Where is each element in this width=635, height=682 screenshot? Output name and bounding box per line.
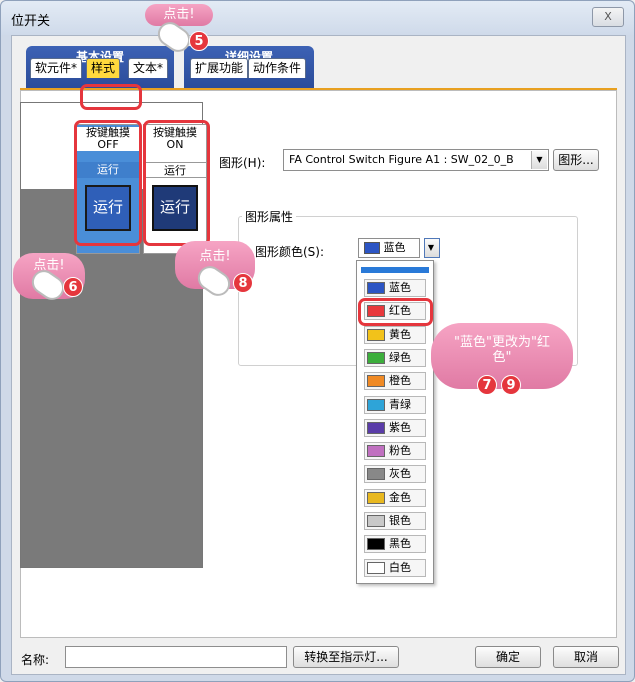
color-swatch (367, 561, 385, 574)
color-option[interactable]: 粉色 (364, 442, 426, 461)
cancel-button[interactable]: 取消 (553, 646, 619, 668)
color-swatch (367, 375, 385, 388)
color-option[interactable]: 金色 (364, 488, 426, 507)
figure-color-label: 图形颜色(S): (255, 245, 325, 259)
color-swatch (367, 445, 385, 458)
tab-text[interactable]: 文本* (128, 58, 169, 78)
color-option-label: 青绿 (389, 397, 411, 411)
color-swatch (367, 491, 385, 504)
red-option-highlight (358, 298, 433, 326)
tab-action-condition[interactable]: 动作条件 (248, 58, 307, 78)
color-option-label: 紫色 (389, 420, 411, 434)
chevron-down-icon: ▼ (425, 239, 439, 257)
color-option-label: 银色 (389, 514, 411, 527)
color-option[interactable]: 蓝色 (364, 279, 426, 297)
step-badge-7: 7 (477, 375, 497, 395)
color-option-label: 黑色 (389, 537, 411, 551)
ok-button[interactable]: 确定 (475, 646, 541, 668)
color-option-label: 灰色 (389, 467, 411, 481)
on-state-highlight (143, 120, 210, 246)
color-option-label: 黄色 (389, 327, 411, 341)
color-option[interactable]: 绿色 (364, 348, 426, 367)
name-input[interactable] (65, 646, 287, 668)
close-button[interactable]: X (592, 7, 624, 27)
color-option[interactable]: 黑色 (364, 535, 426, 554)
color-option-label: 橙色 (389, 374, 411, 388)
title-bar: 位开关 X (1, 1, 634, 35)
figure-label: 图形(H): (219, 156, 266, 170)
color-option-label: 蓝色 (389, 281, 411, 294)
chevron-down-icon: ▼ (531, 151, 547, 169)
color-option-label: 白色 (389, 560, 411, 574)
selected-color-swatch (364, 242, 380, 254)
color-option[interactable]: 紫色 (364, 418, 426, 437)
color-swatch (367, 282, 385, 294)
figure-color-select[interactable]: 蓝色 (358, 238, 420, 258)
color-option[interactable]: 灰色 (364, 465, 426, 484)
figure-select[interactable]: FA Control Switch Figure A1 : SW_02_0_B … (283, 149, 549, 171)
color-swatch (367, 515, 385, 527)
tab-style[interactable]: 样式 (86, 58, 121, 78)
color-option-label: 绿色 (389, 350, 411, 364)
color-option[interactable]: 青绿 (364, 395, 426, 414)
tab-device[interactable]: 软元件* (30, 58, 83, 78)
click-callout-5: 点击! (145, 4, 213, 26)
color-swatch (367, 328, 385, 341)
style-tab-highlight (80, 84, 142, 110)
figure-color-dropdown-button[interactable]: ▼ (424, 238, 440, 258)
figure-properties-title: 图形属性 (242, 208, 297, 225)
color-option[interactable]: 橙色 (364, 372, 426, 391)
step-badge-6: 6 (63, 277, 83, 297)
convert-to-lamp-button[interactable]: 转换至指示灯... (293, 646, 399, 668)
figure-browse-button[interactable]: 图形... (553, 149, 599, 171)
color-option-label: 粉色 (389, 444, 411, 458)
color-swatch (367, 538, 385, 551)
color-swatch (367, 351, 385, 364)
tab-extended[interactable]: 扩展功能 (190, 58, 249, 78)
step-badge-9: 9 (501, 375, 521, 395)
color-option-label: 金色 (389, 490, 411, 504)
color-option[interactable]: 白色 (364, 558, 426, 577)
color-option[interactable]: 黄色 (364, 325, 426, 344)
color-option[interactable]: 银色 (364, 512, 426, 530)
color-swatch (367, 421, 385, 434)
dialog-window: 位开关 X 基本设置 软元件* 样式 文本* 详细设置 扩展功能 动作条件 按键… (0, 0, 635, 682)
name-label: 名称: (21, 653, 50, 667)
step-badge-8: 8 (233, 273, 253, 293)
window-title: 位开关 (11, 14, 51, 29)
dropdown-selection-bar (361, 267, 429, 273)
figure-color-value: 蓝色 (383, 241, 406, 254)
figure-select-value: FA Control Switch Figure A1 : SW_02_0_B (289, 153, 514, 166)
off-state-highlight (74, 120, 142, 246)
color-swatch (367, 398, 385, 411)
step-badge-5: 5 (189, 31, 209, 51)
color-swatch (367, 468, 385, 481)
